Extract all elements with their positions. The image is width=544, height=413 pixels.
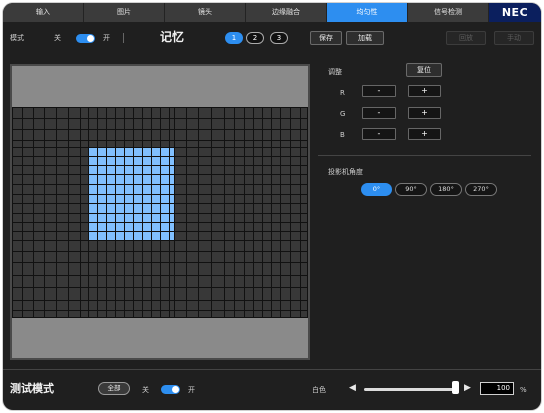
channel-label-g: G [340,110,346,118]
manual-button[interactable]: 手动 [494,31,534,45]
grid-line-horizontal [12,174,308,175]
memory-slot-1[interactable]: 1 [225,32,243,44]
angle-270-button[interactable]: 270° [465,183,497,196]
tab-lens[interactable]: 镜头 [165,3,246,22]
save-button[interactable]: 保存 [310,31,342,45]
grid-line-horizontal [12,203,308,204]
grid-line-horizontal [12,118,308,119]
arrow-left-icon[interactable]: ◀ [349,383,356,394]
grid-line-horizontal [12,287,308,288]
tab-uniformity[interactable]: 均匀性 [327,3,408,22]
grid-line-horizontal [12,300,308,301]
level-slider-thumb[interactable] [452,381,459,394]
grid-line-horizontal [12,184,308,185]
grid-line-horizontal [12,194,308,195]
angle-180-button[interactable]: 180° [430,183,462,196]
blue-increase-button[interactable]: + [408,128,441,140]
memory-slot-2[interactable]: 2 [246,32,264,44]
channel-label-b: B [340,131,345,139]
divider [123,33,124,43]
test-pattern-title: 测试模式 [10,382,54,395]
toggle-knob [172,386,179,393]
grid-line-horizontal [12,107,308,108]
blue-decrease-button[interactable]: - [362,128,396,140]
channel-label-r: R [340,89,345,97]
mode-off-label: 关 [54,34,61,42]
grid-line-horizontal [12,140,308,141]
divider [318,155,531,156]
test-pattern-on-label: 开 [188,386,195,394]
tab-input[interactable]: 输入 [3,3,84,22]
grid-line-horizontal [12,317,308,318]
level-unit: % [520,386,527,394]
grid-line-horizontal [12,262,308,263]
correction-grid[interactable] [12,107,308,318]
grid-line-horizontal [12,310,308,311]
mode-label: 模式 [10,34,24,42]
pattern-select-button[interactable]: 全部 [98,382,130,395]
reset-button[interactable]: 复位 [406,63,442,77]
grid-line-horizontal [12,231,308,232]
green-increase-button[interactable]: + [408,107,441,119]
grid-line-horizontal [12,129,308,130]
uniformity-window: 输入 图片 镜头 边缘融合 均匀性 信号检测 NEC 模式 关 开 记忆 1 2… [3,3,541,410]
mode-on-label: 开 [103,34,110,42]
adjust-title: 调整 [328,68,342,76]
level-label: 白色 [312,386,326,394]
load-button[interactable]: 加载 [346,31,384,45]
arrow-right-icon[interactable]: ▶ [464,383,471,394]
red-decrease-button[interactable]: - [362,85,396,97]
playback-button[interactable]: 回放 [446,31,486,45]
grid-line-horizontal [12,213,308,214]
green-decrease-button[interactable]: - [362,107,396,119]
tab-picture[interactable]: 图片 [84,3,165,22]
level-slider-track[interactable] [364,388,458,391]
uniformity-preview [10,64,310,360]
memory-slot-3[interactable]: 3 [270,32,288,44]
toggle-knob [87,35,94,42]
grid-line-horizontal [12,156,308,157]
nec-logo: NEC [489,3,541,22]
grid-line-horizontal [12,147,308,148]
test-pattern-off-label: 关 [142,386,149,394]
angle-90-button[interactable]: 90° [395,183,427,196]
test-pattern-toggle[interactable] [161,385,180,394]
angle-0-button[interactable]: 0° [361,183,392,196]
mode-toggle[interactable] [76,34,95,43]
divider [3,369,541,370]
grid-line-horizontal [12,240,308,241]
tab-edge-blending[interactable]: 边缘融合 [246,3,327,22]
level-value-input[interactable]: 100 [480,382,514,395]
grid-line-horizontal [12,222,308,223]
red-increase-button[interactable]: + [408,85,441,97]
grid-line-horizontal [12,275,308,276]
memory-title: 记忆 [160,30,185,44]
grid-line-horizontal [12,251,308,252]
projector-angle-title: 投影机角度 [328,168,363,176]
grid-line-horizontal [12,165,308,166]
tab-signal-detection[interactable]: 信号检测 [408,3,489,22]
